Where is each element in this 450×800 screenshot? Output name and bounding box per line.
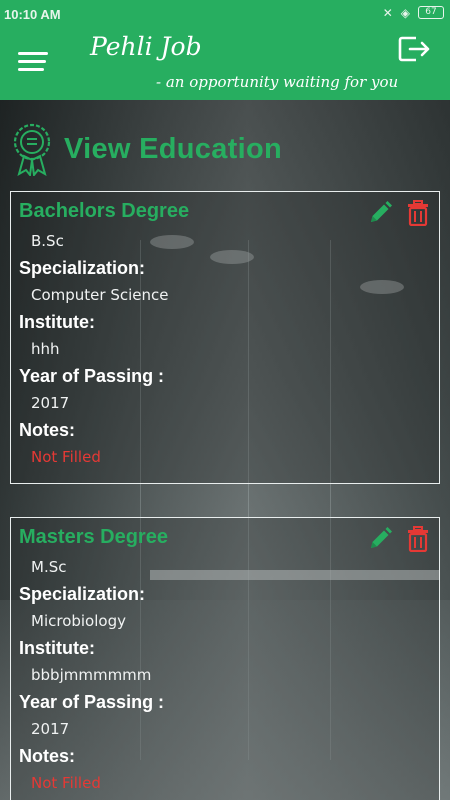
notes-label: Notes:	[19, 420, 76, 440]
status-time: 10:10 AM	[4, 7, 61, 22]
trash-icon[interactable]	[405, 200, 431, 226]
specialization-value: Microbiology	[31, 612, 126, 630]
year-value: 2017	[31, 720, 70, 738]
menu-icon	[18, 52, 48, 55]
pencil-icon[interactable]	[367, 526, 393, 552]
year-label: Year of Passing :	[19, 692, 165, 712]
app-bar: Pehli Job - an opportunity waiting for y…	[0, 30, 450, 100]
specialization-label: Specialization:	[19, 258, 146, 278]
specialization-value: Computer Science	[31, 286, 169, 304]
degree-value: B.Sc	[31, 232, 64, 250]
year-value: 2017	[31, 394, 70, 412]
pencil-icon[interactable]	[367, 200, 393, 226]
card-actions	[367, 526, 431, 552]
education-card: Masters Degree M.Sc Specialization: Micr…	[10, 517, 440, 800]
wifi-icon: ◈	[400, 6, 410, 20]
menu-button[interactable]	[18, 52, 52, 76]
trash-icon[interactable]	[405, 526, 431, 552]
status-bar: 10:10 AM ✕ ◈ 67	[0, 0, 450, 30]
logout-button[interactable]	[396, 34, 432, 64]
signal-icon: ✕	[382, 6, 393, 20]
institute-value: hhh	[31, 340, 60, 358]
logout-icon	[398, 36, 430, 62]
degree-value: M.Sc	[31, 558, 67, 576]
year-label: Year of Passing :	[19, 366, 165, 386]
education-card: Bachelors Degree B.Sc Specialization: Co…	[10, 191, 440, 484]
institute-label: Institute:	[19, 638, 95, 658]
page-heading: View Education	[12, 122, 282, 176]
status-icons: ✕ ◈ 67	[383, 6, 444, 20]
app-tagline: - an opportunity waiting for you	[156, 73, 399, 91]
notes-value: Not Filled	[31, 774, 101, 792]
battery-icon: 67	[418, 6, 444, 19]
card-actions	[367, 200, 431, 226]
institute-label: Institute:	[19, 312, 95, 332]
notes-label: Notes:	[19, 746, 76, 766]
page-title: View Education	[64, 132, 282, 165]
certificate-badge-icon	[13, 123, 51, 176]
notes-value: Not Filled	[31, 448, 101, 466]
app-title: Pehli Job	[90, 32, 202, 61]
specialization-label: Specialization:	[19, 584, 146, 604]
institute-value: bbbjmmmmmm	[31, 666, 152, 684]
